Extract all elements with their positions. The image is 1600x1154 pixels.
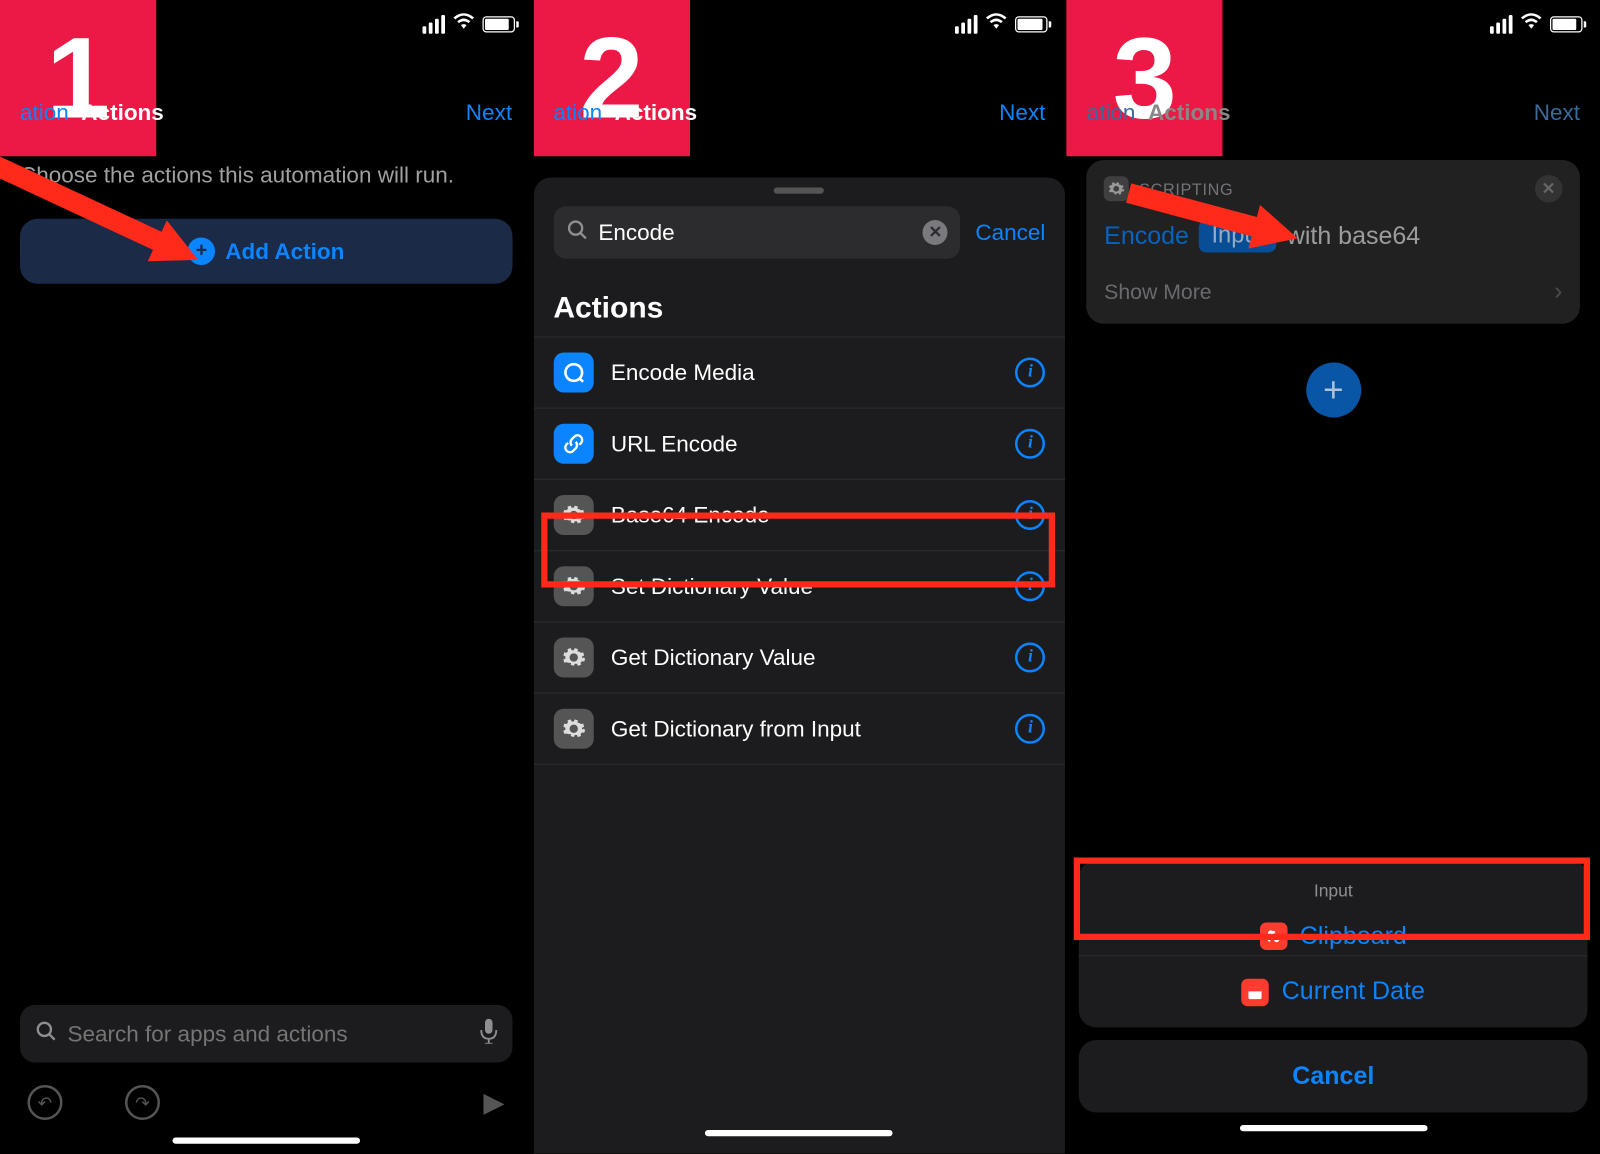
row-label: Get Dictionary from Input (611, 716, 998, 742)
panel-3: 3 ation Actions Next SCRIPTING ✕ Encode … (1067, 0, 1600, 1154)
gear-icon (553, 638, 593, 678)
row-label: Encode Media (611, 359, 998, 385)
row-label: Get Dictionary Value (611, 644, 998, 670)
row-label: Base64 Encode (611, 502, 998, 528)
home-indicator (1240, 1125, 1428, 1131)
close-icon[interactable]: ✕ (1535, 175, 1563, 203)
with-base64-text: with base64 (1287, 222, 1420, 251)
cancel-button[interactable]: Cancel (975, 219, 1045, 245)
action-row-base64-encode[interactable]: Base64 Encode i (533, 480, 1065, 551)
row-label: URL Encode (611, 431, 998, 457)
nav-title: Actions (81, 99, 164, 125)
home-indicator (706, 1130, 894, 1136)
cellular-icon (1490, 14, 1513, 33)
battery-icon (482, 16, 515, 32)
show-more-label: Show More (1104, 279, 1211, 304)
back-button[interactable]: ation (1087, 99, 1136, 125)
input-picker: Input Clipboard Current Date Ca (1067, 860, 1600, 1154)
panel-2: 2 ation Actions Next ✕ Cancel Actions (533, 0, 1066, 1154)
current-date-label: Current Date (1282, 978, 1425, 1007)
chevron-right-icon: › (1554, 278, 1562, 307)
back-button[interactable]: ation (553, 99, 602, 125)
picker-cancel-button[interactable]: Cancel (1079, 1040, 1587, 1113)
wifi-icon (1520, 13, 1543, 36)
clear-button[interactable]: ✕ (923, 220, 948, 245)
redo-button[interactable]: ↷ (125, 1085, 160, 1120)
quicktime-icon (553, 353, 593, 393)
clipboard-label: Clipboard (1300, 922, 1407, 951)
sheet-grabber[interactable] (774, 188, 824, 194)
picker-option-current-date[interactable]: Current Date (1079, 955, 1587, 1028)
next-button[interactable]: Next (999, 99, 1045, 125)
battery-icon (1550, 16, 1583, 32)
cellular-icon (422, 14, 445, 33)
gear-icon (1104, 176, 1129, 201)
picker-title: Input (1314, 872, 1353, 910)
search-field[interactable] (20, 1005, 512, 1063)
next-button[interactable]: Next (1534, 99, 1580, 125)
search-input[interactable] (598, 219, 913, 245)
section-title: Actions (533, 271, 1065, 336)
add-action-fab[interactable]: + (1306, 363, 1361, 418)
info-icon[interactable]: i (1015, 714, 1045, 744)
search-icon (566, 218, 589, 247)
actions-list: Encode Media i URL Encode i Base64 Encod… (533, 336, 1065, 765)
status-bar (955, 13, 1048, 36)
action-row-url-encode[interactable]: URL Encode i (533, 409, 1065, 480)
action-row-encode-media[interactable]: Encode Media i (533, 338, 1065, 409)
nav-bar: ation Actions Next (1067, 78, 1600, 148)
status-bar (422, 13, 515, 36)
play-button[interactable]: ▶ (483, 1086, 504, 1119)
gear-icon (553, 495, 593, 535)
nav-bar: ation Actions Next (533, 78, 1065, 148)
info-icon[interactable]: i (1015, 643, 1045, 673)
status-bar (1490, 13, 1583, 36)
bottom-toolbar: ↶ ↷ ▶ (20, 1078, 512, 1138)
nav-title: Actions (1148, 99, 1231, 125)
wifi-icon (452, 13, 475, 36)
show-more-row[interactable]: Show More › (1104, 278, 1562, 317)
info-icon[interactable]: i (1015, 571, 1045, 601)
info-icon[interactable]: i (1015, 500, 1045, 530)
search-input[interactable] (68, 1021, 470, 1047)
info-icon[interactable]: i (1015, 429, 1045, 459)
search-field[interactable]: ✕ (553, 206, 960, 259)
calendar-icon (1242, 978, 1270, 1006)
nav-title: Actions (615, 99, 698, 125)
gear-icon (553, 566, 593, 606)
action-row-set-dict[interactable]: Set Dictionary Value i (533, 551, 1065, 622)
next-button[interactable]: Next (466, 99, 512, 125)
row-label: Set Dictionary Value (611, 573, 998, 599)
clipboard-icon (1260, 923, 1288, 951)
dictation-icon[interactable] (480, 1018, 498, 1049)
battery-icon (1015, 16, 1048, 32)
search-icon (35, 1019, 58, 1048)
wifi-icon (985, 13, 1008, 36)
undo-button[interactable]: ↶ (28, 1085, 63, 1120)
cellular-icon (955, 14, 978, 33)
search-sheet: ✕ Cancel Actions Encode Media i URL (533, 178, 1065, 1154)
gear-icon (553, 709, 593, 749)
picker-option-clipboard[interactable]: Clipboard (1260, 922, 1407, 951)
add-action-label: Add Action (225, 238, 344, 264)
nav-bar: ation Actions Next (0, 78, 532, 148)
info-icon[interactable]: i (1015, 358, 1045, 388)
link-icon (553, 424, 593, 464)
action-row-get-dict[interactable]: Get Dictionary Value i (533, 623, 1065, 694)
home-indicator (172, 1138, 360, 1144)
cancel-label: Cancel (1292, 1062, 1374, 1091)
action-row-get-dict-input[interactable]: Get Dictionary from Input i (533, 694, 1065, 765)
panel-1: 1 ation Actions Next Choose the actions … (0, 0, 533, 1154)
